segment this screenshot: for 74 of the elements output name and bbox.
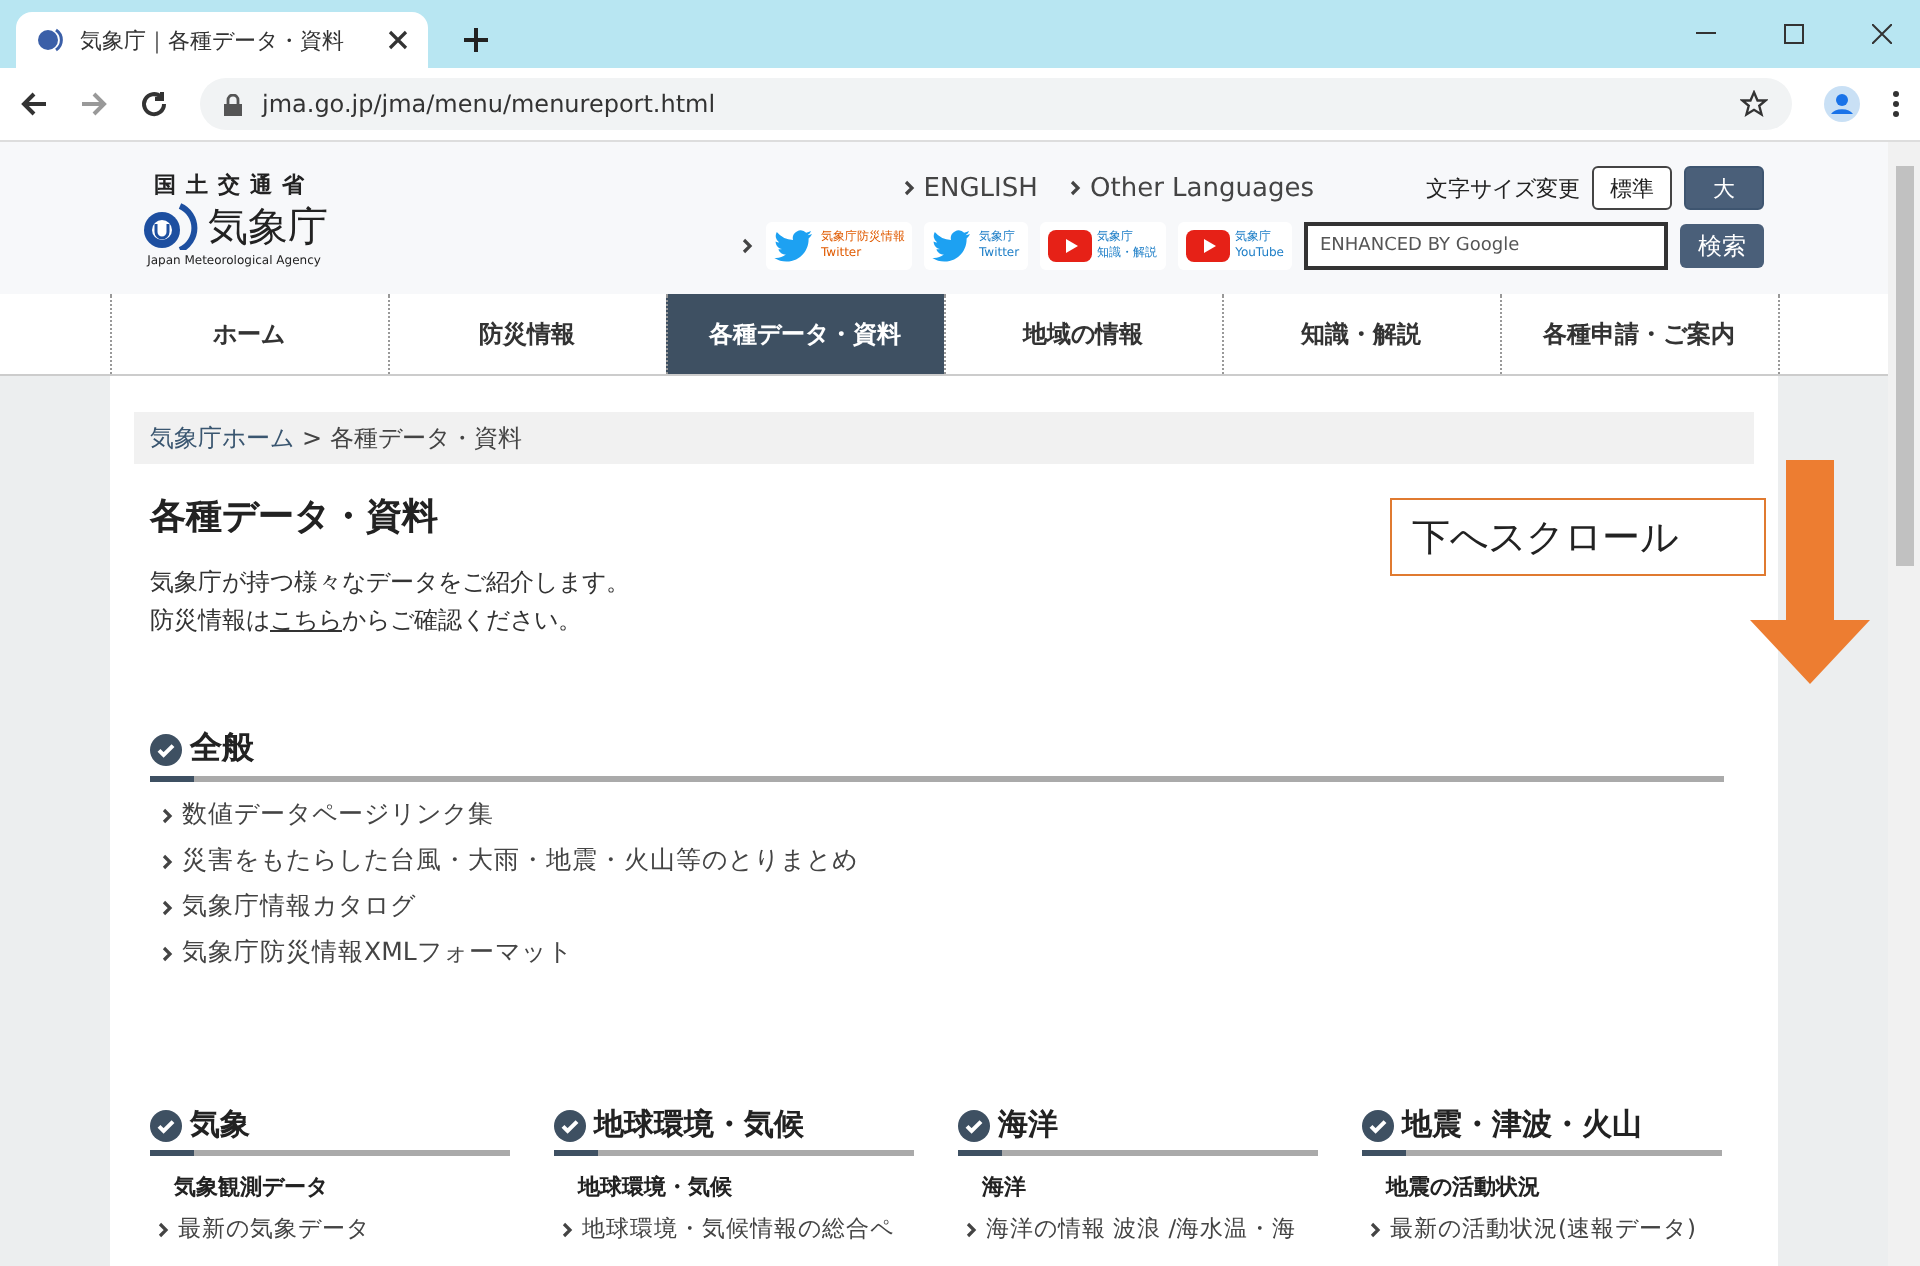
bird-icon bbox=[774, 230, 815, 262]
page-title: 各種データ・資料 bbox=[150, 494, 438, 540]
play-button-icon bbox=[1185, 230, 1230, 262]
search-field[interactable]: ENHANCED BY Google bbox=[1304, 222, 1668, 270]
section-heading: 海洋 bbox=[958, 1106, 1318, 1156]
breadcrumb-current: 各種データ・資料 bbox=[330, 421, 523, 455]
subheading: 地震の活動状況 bbox=[1386, 1172, 1542, 1202]
chevron-icon bbox=[742, 238, 755, 254]
minimize-icon[interactable] bbox=[1696, 32, 1716, 36]
chevron-icon bbox=[903, 179, 916, 195]
down-arrow-icon bbox=[1750, 460, 1870, 684]
chevron-icon bbox=[1370, 1221, 1382, 1237]
list-link[interactable]: 最新の気象データ bbox=[150, 1214, 510, 1244]
forward-arrow-icon[interactable] bbox=[80, 90, 108, 118]
chevron-icon bbox=[162, 945, 174, 961]
reload-icon[interactable] bbox=[140, 90, 168, 118]
nav-tab[interactable]: 各種申請・ご案内 bbox=[1499, 294, 1779, 374]
close-icon[interactable] bbox=[1872, 24, 1892, 44]
font-size-label: 文字サイズ変更 bbox=[1426, 173, 1580, 203]
breadcrumb-separator: > bbox=[302, 424, 323, 452]
section-heading: 全般 bbox=[150, 728, 1724, 782]
close-icon[interactable] bbox=[388, 30, 408, 50]
breadcrumb-link[interactable]: 気象庁ホーム bbox=[150, 421, 294, 455]
check-circle-icon bbox=[958, 1109, 990, 1141]
chevron-icon bbox=[162, 899, 174, 915]
chevron-icon bbox=[162, 853, 174, 869]
subheading: 地球環境・気候 bbox=[578, 1172, 734, 1202]
chevron-icon bbox=[1069, 179, 1082, 195]
list-link[interactable]: 数値データページリンク集 bbox=[162, 798, 1724, 832]
intro-text: 気象庁が持つ様々なデータをご紹介します。 bbox=[150, 566, 632, 600]
back-arrow-icon[interactable] bbox=[20, 90, 48, 118]
scroll-hint-callout: 下へスクロール bbox=[1390, 498, 1766, 576]
list-link[interactable]: 災害をもたらした台風・大雨・地震・火山等のとりまとめ bbox=[162, 844, 1724, 878]
ministry-name: 国土交通省 bbox=[154, 169, 314, 199]
check-circle-icon bbox=[1362, 1109, 1394, 1141]
list-link[interactable]: 地球環境・気候情報の総合ペ bbox=[554, 1214, 914, 1244]
check-circle-icon bbox=[150, 733, 182, 765]
chevron-icon bbox=[162, 807, 174, 823]
play-button-icon bbox=[1047, 230, 1092, 262]
maximize-icon[interactable] bbox=[1784, 24, 1804, 44]
search-button[interactable]: 検索 bbox=[1680, 224, 1764, 268]
font-size-button[interactable]: 標準 bbox=[1592, 166, 1672, 210]
plus-icon[interactable] bbox=[464, 28, 488, 52]
language-link[interactable]: Other Languages bbox=[1069, 173, 1314, 203]
profile-icon[interactable] bbox=[1824, 86, 1860, 122]
list-link[interactable]: 海洋の情報 波浪 /海水温・海 bbox=[958, 1214, 1318, 1244]
language-link[interactable]: ENGLISH bbox=[903, 173, 1038, 203]
check-circle-icon bbox=[554, 1109, 586, 1141]
bird-icon bbox=[932, 230, 973, 262]
intro-text: 防災情報は こちらからご確認ください。 bbox=[150, 604, 584, 638]
list-link[interactable]: 最新の活動状況(速報データ) bbox=[1362, 1214, 1722, 1244]
logo-text: 気象庁 bbox=[208, 199, 328, 253]
address-bar[interactable]: jma.go.jp/jma/menu/menureport.html bbox=[200, 78, 1792, 130]
subheading: 海洋 bbox=[982, 1172, 1028, 1202]
star-icon[interactable] bbox=[1740, 90, 1768, 118]
section-heading: 地震・津波・火山 bbox=[1362, 1106, 1722, 1156]
nav-tab[interactable]: 各種データ・資料 bbox=[665, 294, 943, 374]
tab-title: 気象庁｜各種データ・資料 bbox=[80, 25, 346, 55]
browser-tab[interactable]: 気象庁｜各種データ・資料 bbox=[16, 12, 428, 68]
menu-icon[interactable] bbox=[1892, 90, 1900, 118]
agency-logo-icon bbox=[140, 202, 200, 250]
chevron-icon bbox=[966, 1221, 978, 1237]
list-link[interactable]: 気象庁情報カタログ bbox=[162, 890, 1724, 924]
check-circle-icon bbox=[150, 1109, 182, 1141]
section-heading: 地球環境・気候 bbox=[554, 1106, 914, 1156]
list-link[interactable]: 気象庁防災情報XMLフォーマット bbox=[162, 936, 1724, 970]
lock-icon bbox=[224, 93, 242, 115]
section-heading: 気象 bbox=[150, 1106, 510, 1156]
subheading: 気象観測データ bbox=[174, 1172, 330, 1202]
globe-logo-icon bbox=[36, 26, 64, 54]
chevron-icon bbox=[158, 1221, 170, 1237]
chevron-icon bbox=[562, 1221, 574, 1237]
font-size-button[interactable]: 大 bbox=[1684, 166, 1764, 210]
inline-link[interactable]: こちら bbox=[270, 606, 342, 634]
